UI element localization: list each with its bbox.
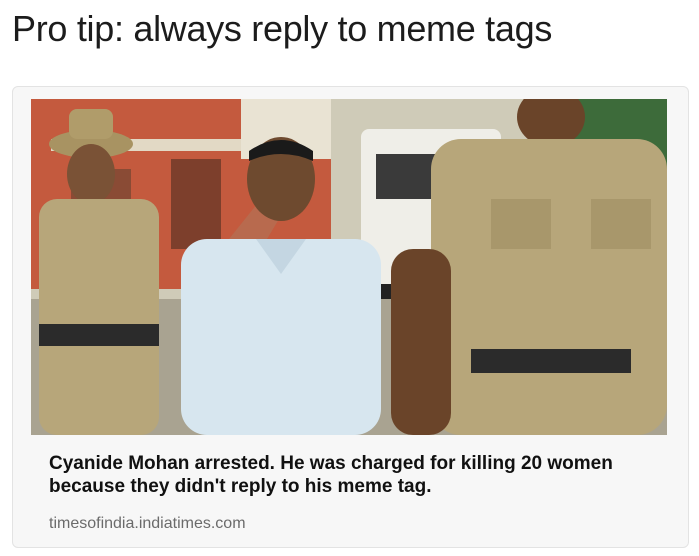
link-preview-card[interactable]: Cyanide Mohan arrested. He was charged f… bbox=[12, 86, 689, 548]
article-source-domain: timesofindia.indiatimes.com bbox=[49, 515, 246, 532]
news-photo bbox=[31, 99, 667, 435]
article-title[interactable]: Cyanide Mohan arrested. He was charged f… bbox=[49, 452, 669, 498]
meme-headline: Pro tip: always reply to meme tags bbox=[12, 8, 553, 49]
